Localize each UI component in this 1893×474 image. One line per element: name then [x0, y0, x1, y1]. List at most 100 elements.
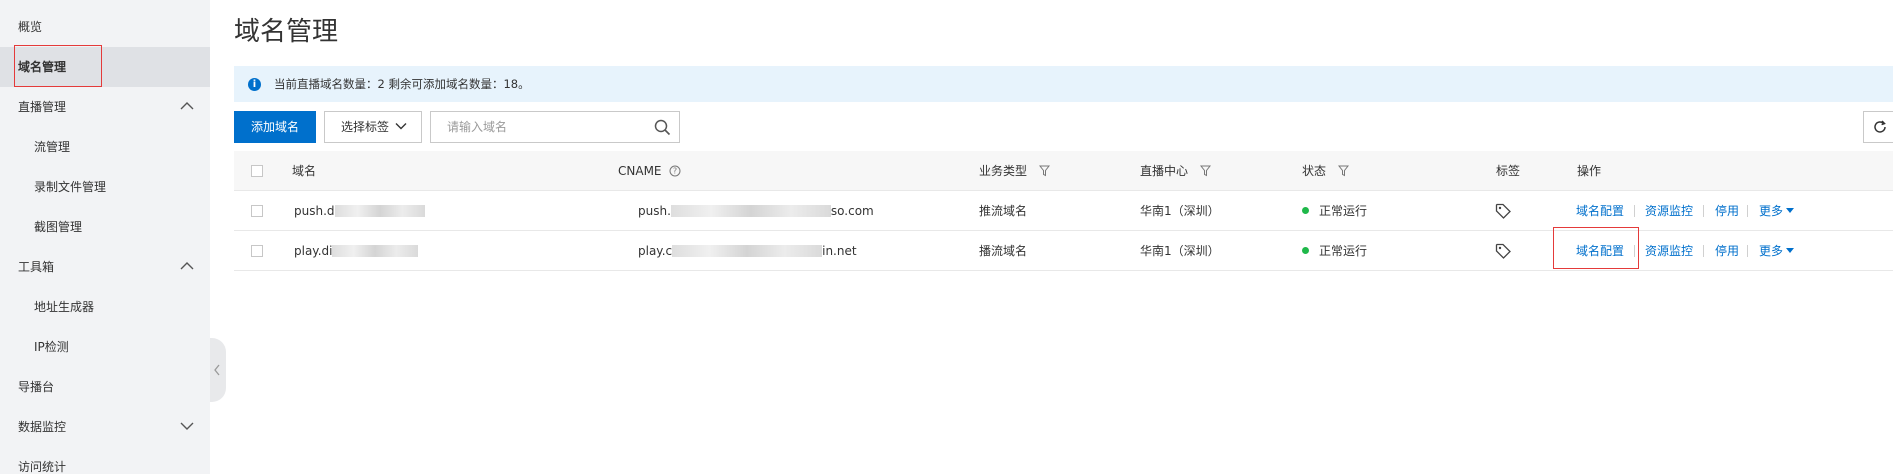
highlight-box [1553, 227, 1639, 269]
sidebar-item-label: 流管理 [34, 140, 71, 154]
caret-down-icon [1786, 248, 1795, 253]
status-dot [1302, 247, 1309, 254]
sidebar-collapse-handle[interactable] [210, 338, 226, 402]
table-row: push.d push. so.com 推流域名 华南1（深圳） 正常运行 域名配… [234, 191, 1893, 231]
cname-suffix: so.com [830, 204, 874, 218]
svg-text:?: ? [673, 166, 677, 175]
more-label: 更多 [1759, 244, 1784, 258]
cname-cell: push. so.com [638, 191, 874, 231]
redacted-text [332, 244, 419, 257]
more-label: 更多 [1759, 204, 1784, 218]
resource-monitor-link[interactable]: 资源监控 [1645, 231, 1693, 271]
sidebar-item-access-statistics[interactable]: 访问统计 [0, 447, 210, 474]
column-header-label: 状态 [1302, 164, 1327, 178]
resource-monitor-link[interactable]: 资源监控 [1645, 191, 1693, 231]
tag-icon[interactable] [1495, 203, 1511, 219]
action-separator [1703, 205, 1704, 217]
action-separator [1703, 245, 1704, 257]
biz-type-cell: 推流域名 [979, 204, 1028, 218]
tag-select-label: 选择标签 [341, 120, 390, 134]
sidebar-item-ip-check[interactable]: IP检测 [0, 327, 210, 367]
region-cell: 华南1（深圳） [1140, 204, 1220, 218]
row-checkbox[interactable] [251, 245, 263, 257]
chevron-down-icon [180, 407, 194, 447]
biz-type-cell: 播流域名 [979, 244, 1028, 258]
info-notice: i 当前直播域名数量：2 剩余可添加域名数量：18。 [234, 66, 1893, 102]
row-checkbox[interactable] [251, 205, 263, 217]
add-domain-button[interactable]: 添加域名 [234, 111, 316, 143]
status-cell: 正常运行 [1302, 191, 1367, 231]
filter-icon[interactable] [1199, 165, 1211, 177]
search-input[interactable] [431, 112, 643, 142]
column-header-cname: CNAME ? [618, 151, 681, 191]
sidebar-item-label: 截图管理 [34, 220, 83, 234]
table-row: play.di play.c in.net 播流域名 华南1（深圳） 正常运行 域… [234, 231, 1893, 271]
domain-cell[interactable]: play.di [294, 231, 419, 271]
search-icon[interactable] [654, 119, 671, 136]
refresh-icon [1874, 120, 1886, 133]
column-header-tag: 标签 [1496, 164, 1521, 178]
refresh-button[interactable] [1863, 111, 1893, 143]
sidebar-item-label: 工具箱 [18, 260, 55, 274]
more-dropdown[interactable]: 更多 [1759, 231, 1795, 271]
filter-icon[interactable] [1337, 165, 1349, 177]
chevron-up-icon [180, 87, 194, 127]
caret-down-icon [1786, 208, 1795, 213]
info-icon: i [248, 78, 261, 91]
sidebar-item-toolbox[interactable]: 工具箱 [0, 247, 210, 287]
sidebar-item-label: 数据监控 [18, 420, 67, 434]
domain-text: play.di [294, 244, 333, 258]
status-cell: 正常运行 [1302, 231, 1367, 271]
more-dropdown[interactable]: 更多 [1759, 191, 1795, 231]
help-icon[interactable]: ? [669, 165, 681, 177]
sidebar-item-label: IP检测 [34, 340, 69, 354]
domain-text: push.d [294, 204, 335, 218]
sidebar-item-label: 概览 [18, 20, 43, 34]
notice-text: 当前直播域名数量：2 剩余可添加域名数量：18。 [274, 77, 530, 91]
column-header-status: 状态 [1302, 151, 1349, 191]
sidebar-item-director-console[interactable]: 导播台 [0, 367, 210, 407]
status-dot [1302, 207, 1309, 214]
page-title: 域名管理 [234, 17, 339, 47]
column-header-region: 直播中心 [1140, 151, 1211, 191]
select-all-checkbox[interactable] [251, 165, 263, 177]
table-header: 域名 CNAME ? 业务类型 直播中心 状态 标签 操作 [234, 151, 1893, 191]
column-header-ops: 操作 [1577, 164, 1602, 178]
disable-link[interactable]: 停用 [1715, 191, 1739, 231]
cname-prefix: play.c [638, 244, 673, 258]
disable-link[interactable]: 停用 [1715, 231, 1739, 271]
chevron-up-icon [180, 247, 194, 287]
chevron-down-icon [395, 123, 407, 130]
sidebar-item-data-monitoring[interactable]: 数据监控 [0, 407, 210, 447]
sidebar-item-screenshot-management[interactable]: 截图管理 [0, 207, 210, 247]
sidebar-item-label: 直播管理 [18, 100, 67, 114]
column-header-domain: 域名 [292, 164, 317, 178]
tag-icon[interactable] [1495, 243, 1511, 259]
redacted-text [672, 244, 823, 257]
status-text: 正常运行 [1319, 204, 1368, 218]
sidebar-item-recording-files[interactable]: 录制文件管理 [0, 167, 210, 207]
cname-suffix: in.net [822, 244, 857, 258]
console-root: 概览 域名管理 直播管理 流管理 录制文件管理 截图管理 工具箱 地址生成器 I… [0, 0, 1893, 474]
domain-cell[interactable]: push.d [294, 191, 425, 231]
cname-cell: play.c in.net [638, 231, 857, 271]
tag-select-dropdown[interactable]: 选择标签 [324, 111, 422, 143]
redacted-text [334, 204, 425, 217]
domain-search [430, 111, 680, 143]
sidebar-item-label: 地址生成器 [34, 300, 95, 314]
sidebar-item-url-generator[interactable]: 地址生成器 [0, 287, 210, 327]
action-separator [1634, 205, 1635, 217]
sidebar-item-label: 访问统计 [18, 460, 67, 474]
sidebar-item-label: 录制文件管理 [34, 180, 107, 194]
sidebar-item-stream-management[interactable]: 流管理 [0, 127, 210, 167]
highlight-box [14, 45, 102, 87]
action-separator [1747, 245, 1748, 257]
domain-config-link[interactable]: 域名配置 [1576, 191, 1624, 231]
chevron-left-icon [214, 364, 220, 376]
filter-icon[interactable] [1038, 165, 1050, 177]
status-text: 正常运行 [1319, 244, 1368, 258]
column-header-label: 业务类型 [979, 164, 1028, 178]
sidebar-item-live-management[interactable]: 直播管理 [0, 87, 210, 127]
sidebar-item-overview[interactable]: 概览 [0, 7, 210, 47]
sidebar-item-label: 导播台 [18, 380, 55, 394]
